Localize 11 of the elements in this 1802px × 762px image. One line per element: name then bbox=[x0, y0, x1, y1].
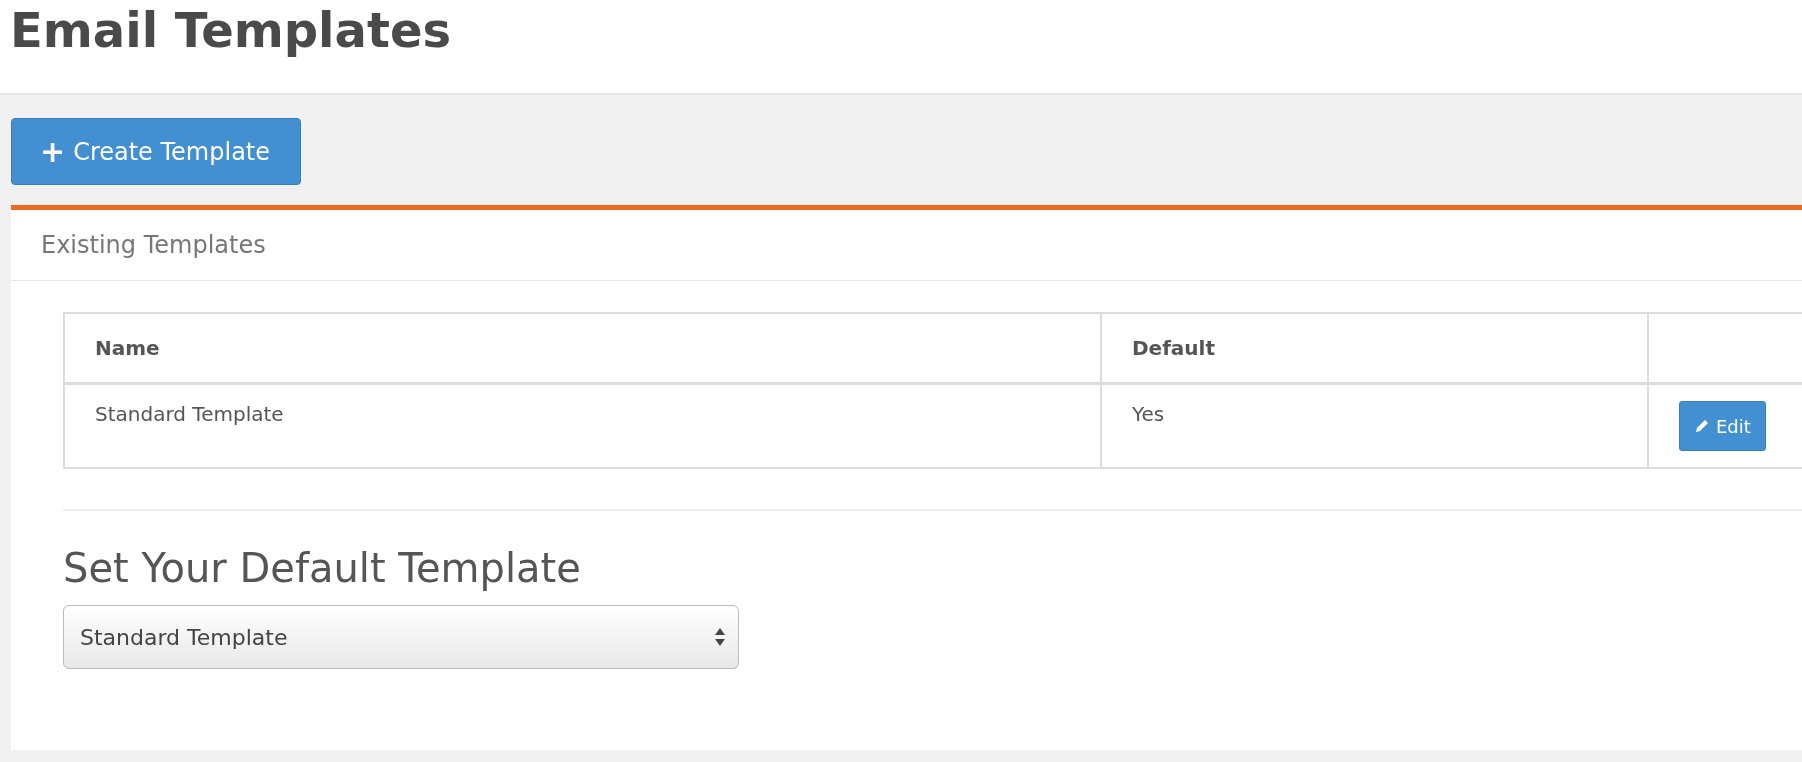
column-header: Default bbox=[1101, 313, 1648, 384]
table-cell: Standard Template bbox=[64, 383, 1101, 468]
create-template-button[interactable]: + Create Template bbox=[11, 118, 302, 185]
pencil-icon bbox=[1694, 418, 1710, 434]
edit-button[interactable]: Edit bbox=[1679, 401, 1766, 451]
panel-title: Existing Templates bbox=[41, 231, 266, 259]
column-header: Name bbox=[64, 313, 1101, 384]
template-select[interactable]: Standard Template bbox=[63, 605, 739, 669]
section-heading: Set Your Default Template bbox=[63, 545, 582, 591]
page-title: Email Templates bbox=[10, 1, 452, 60]
table-cell: Yes bbox=[1101, 383, 1648, 468]
